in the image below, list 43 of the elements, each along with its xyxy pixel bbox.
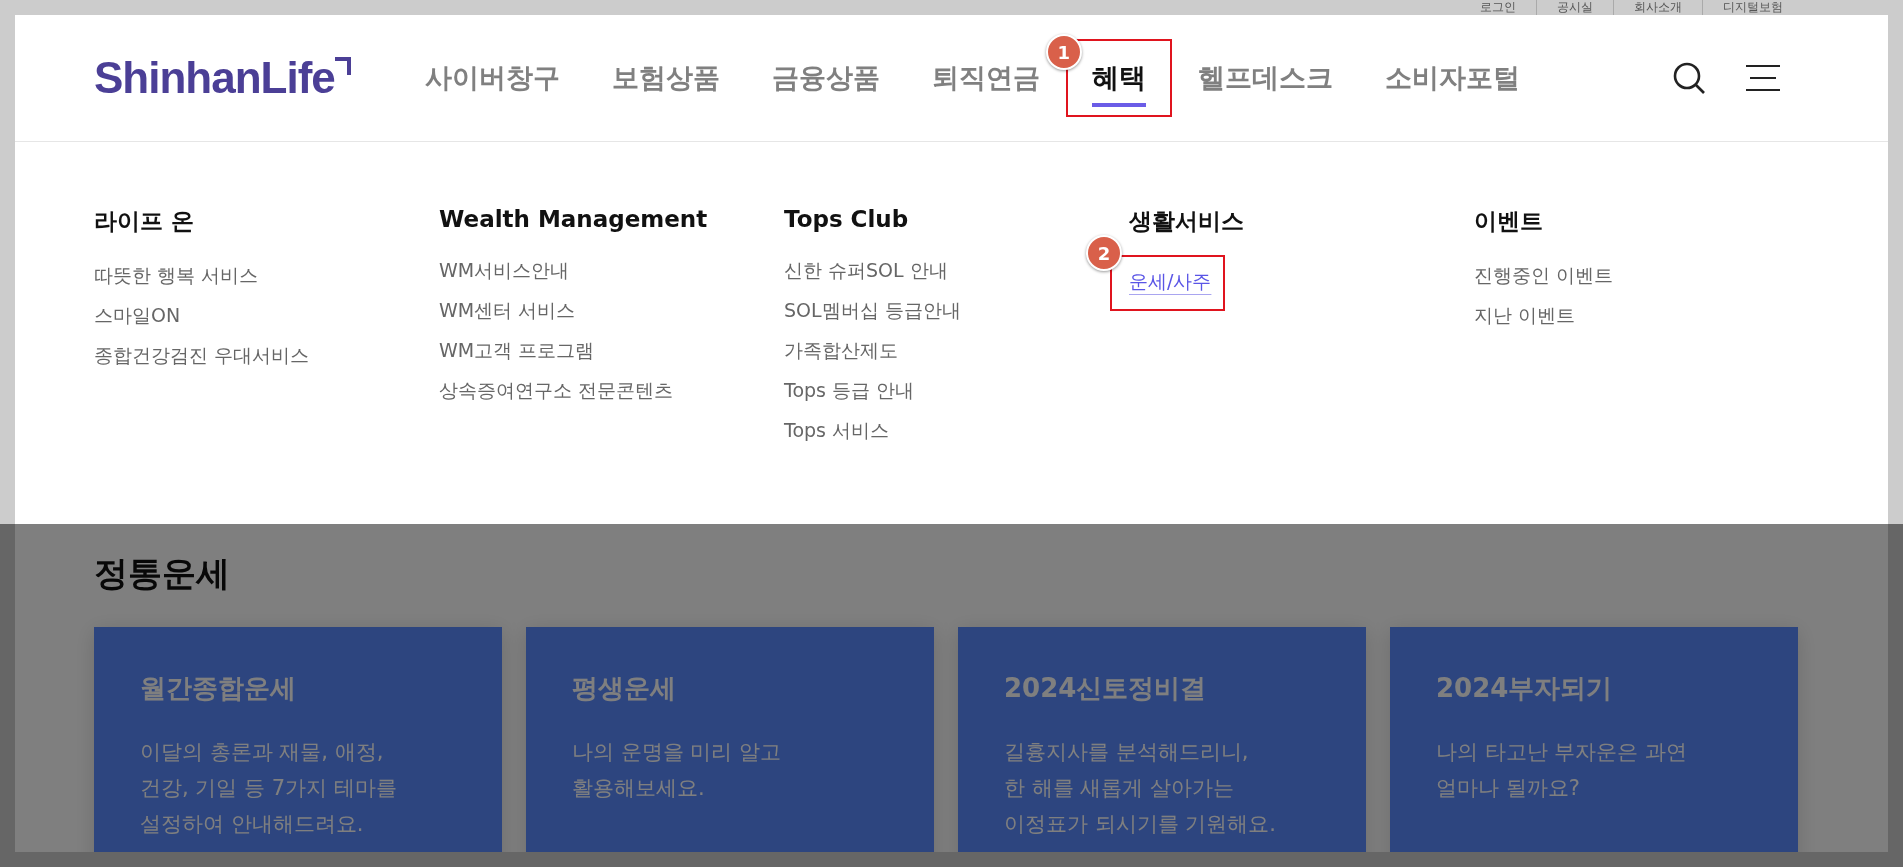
menu-link[interactable]: Tops 등급 안내 [784,370,915,410]
card-title: 평생운세 [572,672,677,705]
card-title: 월간종합운세 [140,672,297,705]
menu-link[interactable]: 진행중인 이벤트 [1474,255,1614,295]
menu-link[interactable]: 가족합산제도 [784,330,898,370]
step-badge: 2 [1086,235,1122,271]
menu-icon[interactable] [1746,64,1780,92]
logo[interactable]: ShinhanLife [94,53,335,103]
corner-bracket-icon [334,57,351,75]
menu-link[interactable]: Tops 서비스 [784,410,889,450]
nav-tab[interactable]: 헬프데스크 [1173,39,1357,117]
menu-link[interactable]: 상속증여연구소 전문콘텐츠 [439,370,674,410]
section-title: 정통운세 [94,552,231,595]
menu-heading: Wealth Management [439,206,708,232]
card-description: 나의 운명을 미리 알고 활용해보세요. [572,739,783,802]
menu-link[interactable]: SOL멤버십 등급안내 [784,290,961,330]
nav-tab[interactable]: 소비자포털 [1360,39,1544,117]
menu-link[interactable]: 지난 이벤트 [1474,295,1576,335]
nav-tab[interactable]: 금융상품 [747,39,904,117]
step-badge: 1 [1045,34,1082,70]
active-underline [1091,103,1146,107]
card-description: 이달의 총론과 재물, 애정, 건강, 기일 등 7가지 테마를 설정하여 안내해드려요. [140,739,398,838]
menu-heading: 생활서비스 [1129,207,1244,236]
card-description: 길흉지사를 분석해드리니, 한 해를 새롭게 살아가는 이정표가 되시기를 기원해요. [1004,739,1278,838]
menu-link[interactable]: 종합건강검진 우대서비스 [94,335,310,375]
menu-heading: 라이프 온 [94,207,194,236]
menu-link[interactable]: 스마일ON [94,295,181,335]
menu-link[interactable]: WM서비스안내 [439,250,570,290]
menu-heading: 이벤트 [1474,207,1543,236]
menu-link[interactable]: WM고객 프로그램 [439,330,595,370]
card-title: 2024부자되기 [1436,672,1614,705]
search-icon[interactable] [1672,61,1706,95]
nav-tab[interactable]: 혜택 [1083,41,1154,115]
menu-link[interactable]: WM센터 서비스 [439,290,576,330]
menu-link[interactable]: 신한 슈퍼SOL 안내 [784,250,948,290]
utility-link[interactable]: 로그인 [1460,0,1536,15]
menu-link[interactable]: 운세/사주 [1129,261,1212,301]
card-description: 나의 타고난 부자운은 과연 얼마나 될까요? [1436,739,1689,802]
nav-tab[interactable]: 보험상품 [587,39,744,117]
menu-link[interactable]: 따뜻한 행복 서비스 [94,255,259,295]
nav-tab[interactable]: 사이버창구 [400,39,584,117]
menu-heading: Tops Club [784,206,909,232]
card-title: 2024신토정비결 [1004,672,1208,705]
